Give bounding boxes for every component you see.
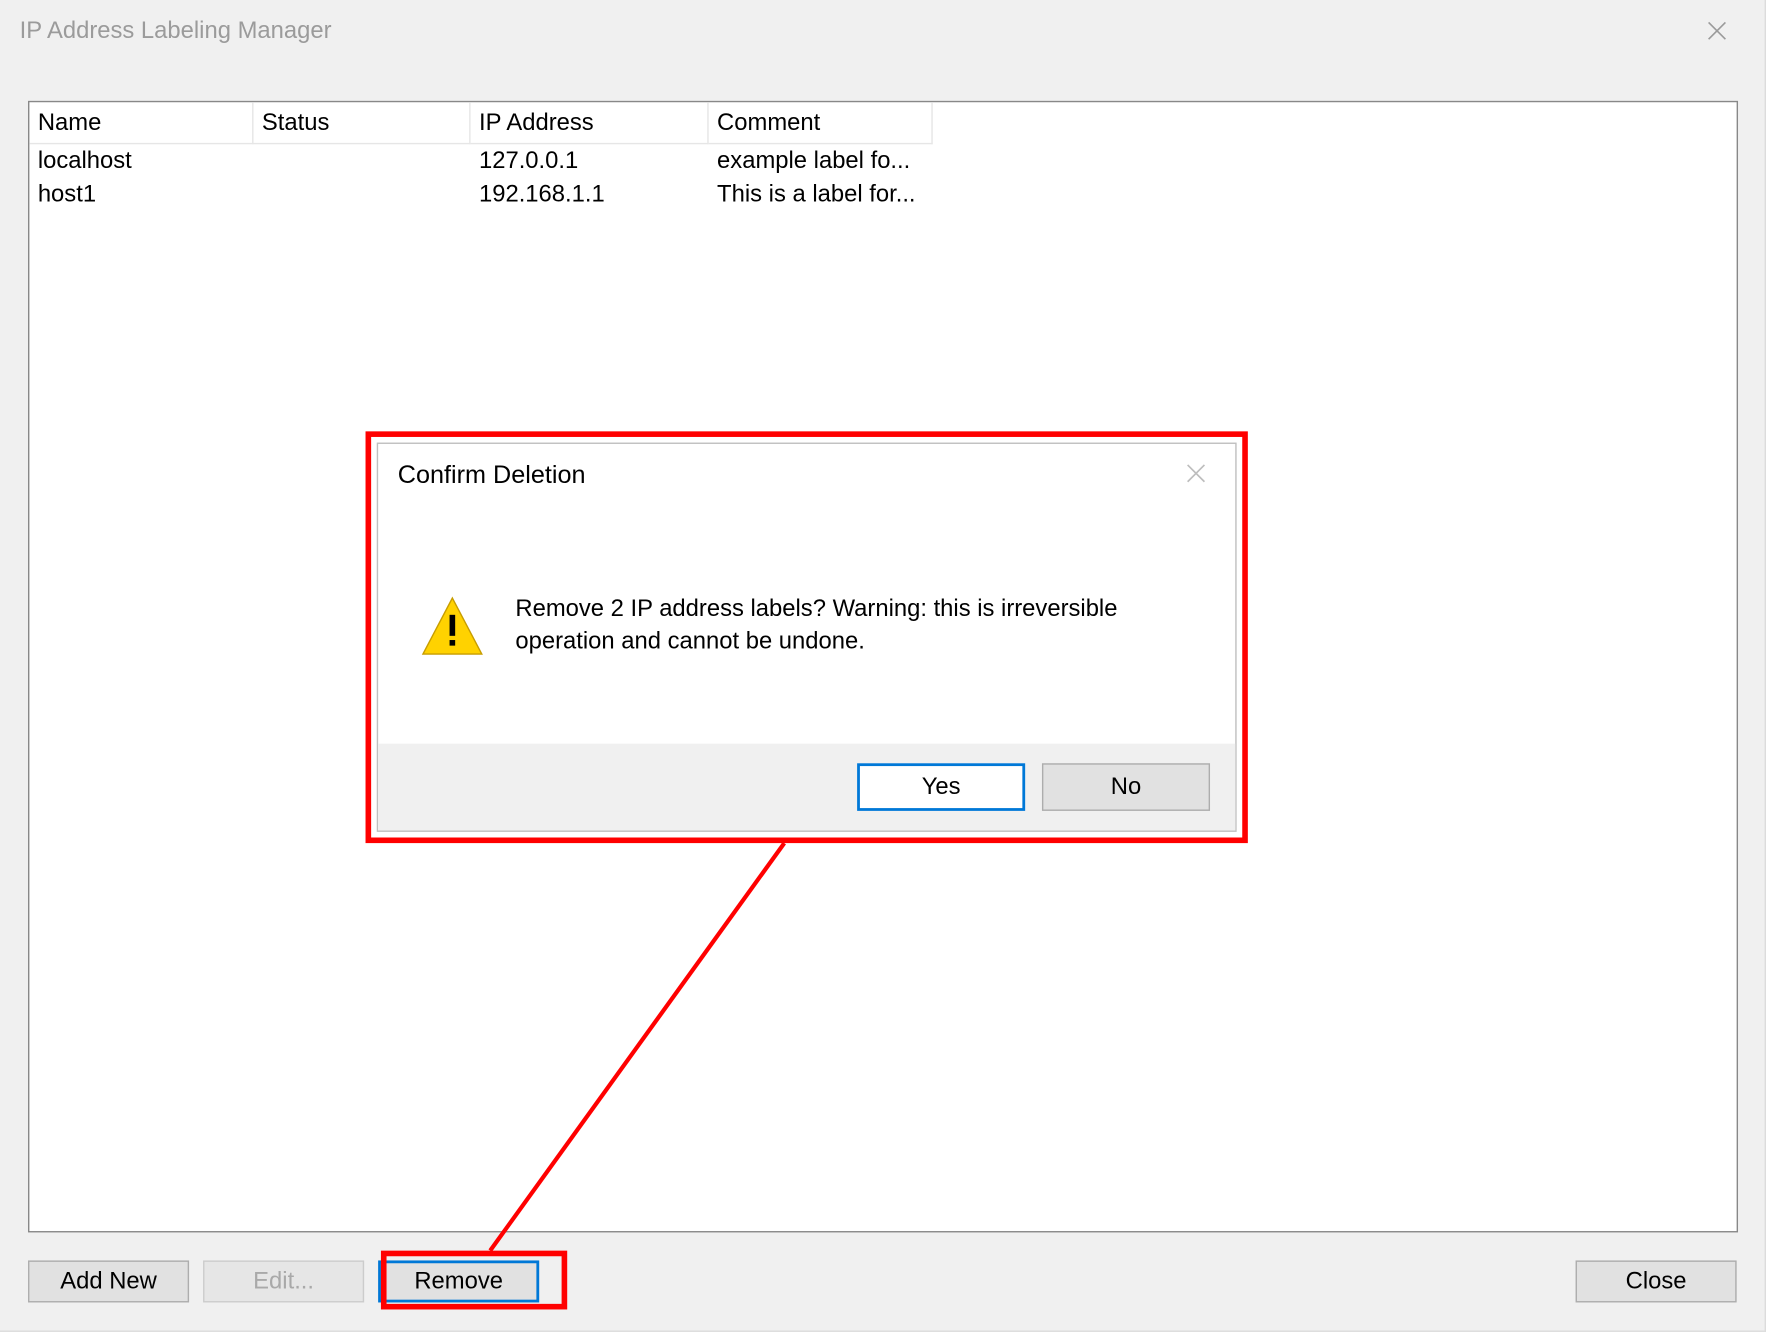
cell-ip: 192.168.1.1	[471, 178, 709, 212]
column-header-name[interactable]: Name	[29, 102, 253, 144]
cell-comment: This is a label for...	[709, 178, 933, 212]
cell-name: host1	[29, 178, 253, 212]
column-header-status[interactable]: Status	[253, 102, 470, 144]
warning-icon	[420, 595, 484, 657]
window-close-button[interactable]	[1689, 10, 1745, 52]
dialog-title: Confirm Deletion	[398, 461, 586, 490]
close-icon	[1707, 21, 1727, 41]
listview-header: Name Status IP Address Comment	[29, 102, 1736, 144]
no-button[interactable]: No	[1042, 763, 1210, 811]
confirm-deletion-dialog: Confirm Deletion Remove 2 IP address lab…	[377, 443, 1237, 832]
ip-labeling-manager-window: IP Address Labeling Manager Name Status …	[0, 0, 1766, 1332]
remove-button[interactable]: Remove	[378, 1260, 539, 1302]
cell-status	[253, 144, 470, 178]
edit-button: Edit...	[203, 1260, 364, 1302]
close-icon	[1186, 464, 1206, 484]
table-row[interactable]: host1 192.168.1.1 This is a label for...	[29, 178, 1736, 212]
dialog-footer: Yes No	[378, 744, 1235, 831]
dialog-close-button[interactable]	[1168, 452, 1224, 494]
titlebar: IP Address Labeling Manager	[0, 0, 1765, 62]
dialog-body: Remove 2 IP address labels? Warning: thi…	[378, 508, 1235, 743]
cell-ip: 127.0.0.1	[471, 144, 709, 178]
cell-name: localhost	[29, 144, 253, 178]
dialog-message: Remove 2 IP address labels? Warning: thi…	[515, 594, 1173, 658]
column-header-ip[interactable]: IP Address	[471, 102, 709, 144]
button-row: Add New Edit... Remove Close	[28, 1260, 1737, 1313]
add-new-button[interactable]: Add New	[28, 1260, 189, 1302]
cell-status	[253, 178, 470, 212]
yes-button[interactable]: Yes	[857, 763, 1025, 811]
spacer	[553, 1260, 1561, 1313]
window-title: IP Address Labeling Manager	[20, 17, 332, 45]
column-header-comment[interactable]: Comment	[709, 102, 933, 144]
close-button[interactable]: Close	[1576, 1260, 1737, 1302]
table-row[interactable]: localhost 127.0.0.1 example label fo...	[29, 144, 1736, 178]
cell-comment: example label fo...	[709, 144, 933, 178]
